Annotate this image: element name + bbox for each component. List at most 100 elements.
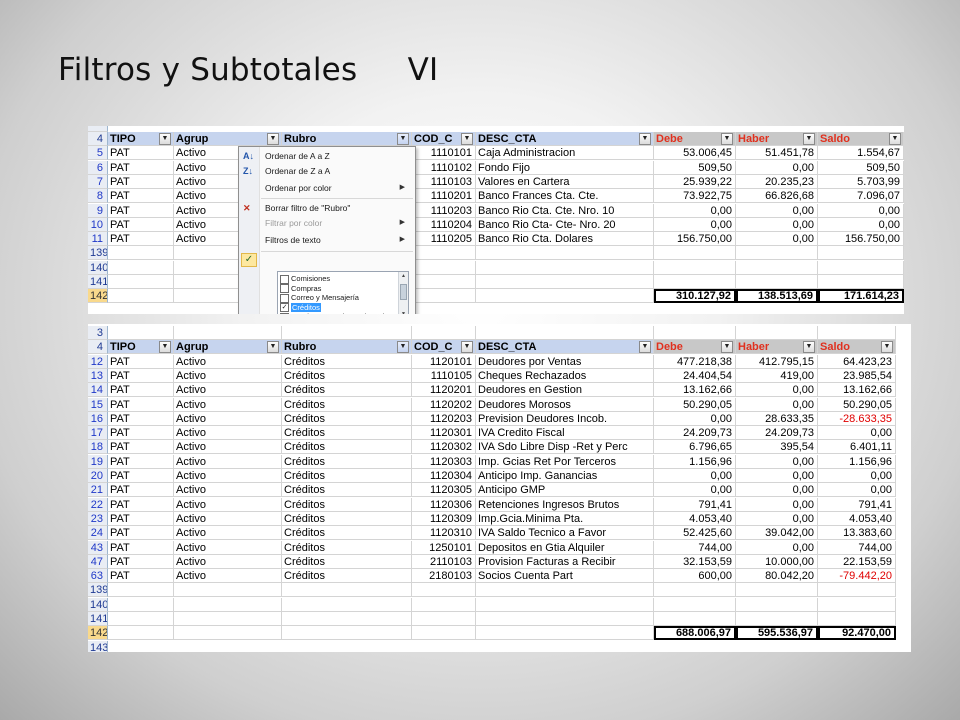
cell-haber[interactable]: 395,54: [736, 440, 818, 455]
cell-saldo[interactable]: [818, 583, 896, 598]
row-number[interactable]: 19: [88, 454, 108, 469]
cell-debe[interactable]: 6.796,65: [654, 440, 736, 455]
row-number[interactable]: 143: [88, 640, 108, 652]
cell-saldo[interactable]: 1.156,96: [818, 454, 896, 469]
cell-desc[interactable]: Retenciones Ingresos Brutos: [476, 497, 654, 512]
filter-dropdown-icon[interactable]: ▼: [639, 133, 651, 145]
cell-agrup[interactable]: Activo: [174, 540, 282, 555]
row-number[interactable]: 43: [88, 540, 108, 555]
cell-debe[interactable]: 4.053,40: [654, 511, 736, 526]
cell-tipo[interactable]: PAT: [108, 354, 174, 369]
filter-list-item[interactable]: Comisiones: [280, 274, 330, 284]
filter-dropdown-icon[interactable]: ▼: [639, 341, 651, 354]
cell-empty[interactable]: [174, 326, 282, 340]
cell-debe[interactable]: [654, 583, 736, 598]
row-number[interactable]: 6: [88, 160, 108, 175]
cell-desc[interactable]: Depositos en Gtia Alquiler: [476, 540, 654, 555]
cell-agrup[interactable]: [174, 626, 282, 641]
cell-agrup[interactable]: Activo: [174, 411, 282, 426]
subtotal-debe[interactable]: 688.006,97: [654, 626, 736, 641]
row-number[interactable]: 63: [88, 569, 108, 584]
checkbox-checked-icon[interactable]: ✓: [280, 303, 289, 313]
cell-debe[interactable]: 0,00: [654, 469, 736, 483]
cell-cod[interactable]: 1120303: [412, 454, 476, 469]
cell-cod[interactable]: 1110203: [412, 203, 476, 218]
cell-haber[interactable]: 0,00: [736, 203, 818, 218]
cell-agrup[interactable]: Activo: [174, 440, 282, 455]
cell-saldo[interactable]: [818, 597, 896, 612]
cell-cod[interactable]: 1110204: [412, 217, 476, 232]
row-number[interactable]: 140: [88, 260, 108, 275]
cell-haber[interactable]: 10.000,00: [736, 554, 818, 569]
row-number[interactable]: 4: [88, 340, 108, 355]
cell-cod[interactable]: 1110105: [412, 368, 476, 383]
subtotal-saldo[interactable]: 171.614,23: [818, 289, 904, 304]
cell-tipo[interactable]: PAT: [108, 554, 174, 569]
cell-rubro[interactable]: Créditos: [282, 483, 412, 498]
cell-agrup[interactable]: Activo: [174, 511, 282, 526]
cell-tipo[interactable]: PAT: [108, 411, 174, 426]
row-number[interactable]: 47: [88, 554, 108, 569]
filter-dropdown-icon[interactable]: ▼: [267, 133, 279, 145]
row-number[interactable]: 18: [88, 440, 108, 455]
column-header-saldo[interactable]: Saldo ▼: [818, 340, 896, 355]
cell-saldo[interactable]: 23.985,54: [818, 368, 896, 383]
filter-dropdown-icon[interactable]: ▼: [461, 133, 473, 145]
cell-rubro[interactable]: Créditos: [282, 511, 412, 526]
cell-debe[interactable]: 73.922,75: [654, 189, 736, 204]
column-header-cod-c[interactable]: COD_C ▼: [412, 132, 476, 146]
cell-cod[interactable]: 1250101: [412, 540, 476, 555]
cell-rubro[interactable]: Créditos: [282, 526, 412, 541]
filter-dropdown-icon[interactable]: ▼: [881, 341, 893, 354]
row-number[interactable]: 17: [88, 426, 108, 441]
cell-desc[interactable]: IVA Sdo Libre Disp -Ret y Perc: [476, 440, 654, 455]
cell-desc[interactable]: Anticipo GMP: [476, 483, 654, 498]
cell-debe[interactable]: 0,00: [654, 217, 736, 232]
filter-dropdown-icon[interactable]: ▼: [721, 133, 733, 145]
cell-debe[interactable]: 477.218,38: [654, 354, 736, 369]
cell-haber[interactable]: [736, 612, 818, 626]
cell-empty[interactable]: [282, 326, 412, 340]
cell-rubro[interactable]: Créditos: [282, 440, 412, 455]
cell-debe[interactable]: 600,00: [654, 569, 736, 584]
cell-empty[interactable]: [736, 326, 818, 340]
cell-tipo[interactable]: PAT: [108, 469, 174, 483]
row-number[interactable]: 139: [88, 246, 108, 261]
cell-debe[interactable]: 0,00: [654, 203, 736, 218]
cell-saldo[interactable]: 0,00: [818, 483, 896, 498]
cell-agrup[interactable]: Activo: [174, 469, 282, 483]
cell-empty[interactable]: [476, 326, 654, 340]
column-header-desc-cta[interactable]: DESC_CTA ▼: [476, 340, 654, 355]
row-number[interactable]: 14: [88, 383, 108, 398]
column-header-agrup[interactable]: Agrup ▼: [174, 340, 282, 355]
cell-tipo[interactable]: PAT: [108, 397, 174, 412]
cell-haber[interactable]: [736, 597, 818, 612]
cell-cod[interactable]: 1120203: [412, 411, 476, 426]
menu-sort-by-color[interactable]: Ordenar por color ▶: [265, 181, 411, 195]
cell-desc[interactable]: [476, 275, 654, 289]
row-number[interactable]: 142: [88, 289, 108, 304]
cell-rubro[interactable]: Créditos: [282, 454, 412, 469]
cell-haber[interactable]: [736, 260, 818, 275]
menu-text-filters[interactable]: Filtros de texto ▶: [265, 233, 411, 247]
cell-cod[interactable]: [412, 289, 476, 304]
cell-tipo[interactable]: PAT: [108, 203, 174, 218]
cell-saldo[interactable]: [818, 612, 896, 626]
cell-desc[interactable]: Banco Rio Cta. Dolares: [476, 232, 654, 247]
row-number[interactable]: 24: [88, 526, 108, 541]
cell-haber[interactable]: 0,00: [736, 232, 818, 247]
cell-cod[interactable]: 1110201: [412, 189, 476, 204]
cell-tipo[interactable]: PAT: [108, 368, 174, 383]
row-number[interactable]: 16: [88, 411, 108, 426]
filter-dropdown-icon[interactable]: ▼: [803, 133, 815, 145]
row-number[interactable]: 21: [88, 483, 108, 498]
cell-haber[interactable]: 0,00: [736, 540, 818, 555]
cell-tipo[interactable]: PAT: [108, 383, 174, 398]
cell-saldo[interactable]: 6.401,11: [818, 440, 896, 455]
cell-agrup[interactable]: Activo: [174, 368, 282, 383]
cell-rubro[interactable]: Créditos: [282, 497, 412, 512]
checkbox-icon[interactable]: [280, 293, 289, 303]
column-header-tipo[interactable]: TIPO ▼: [108, 132, 174, 146]
column-header-tipo[interactable]: TIPO ▼: [108, 340, 174, 355]
cell-haber[interactable]: 419,00: [736, 368, 818, 383]
